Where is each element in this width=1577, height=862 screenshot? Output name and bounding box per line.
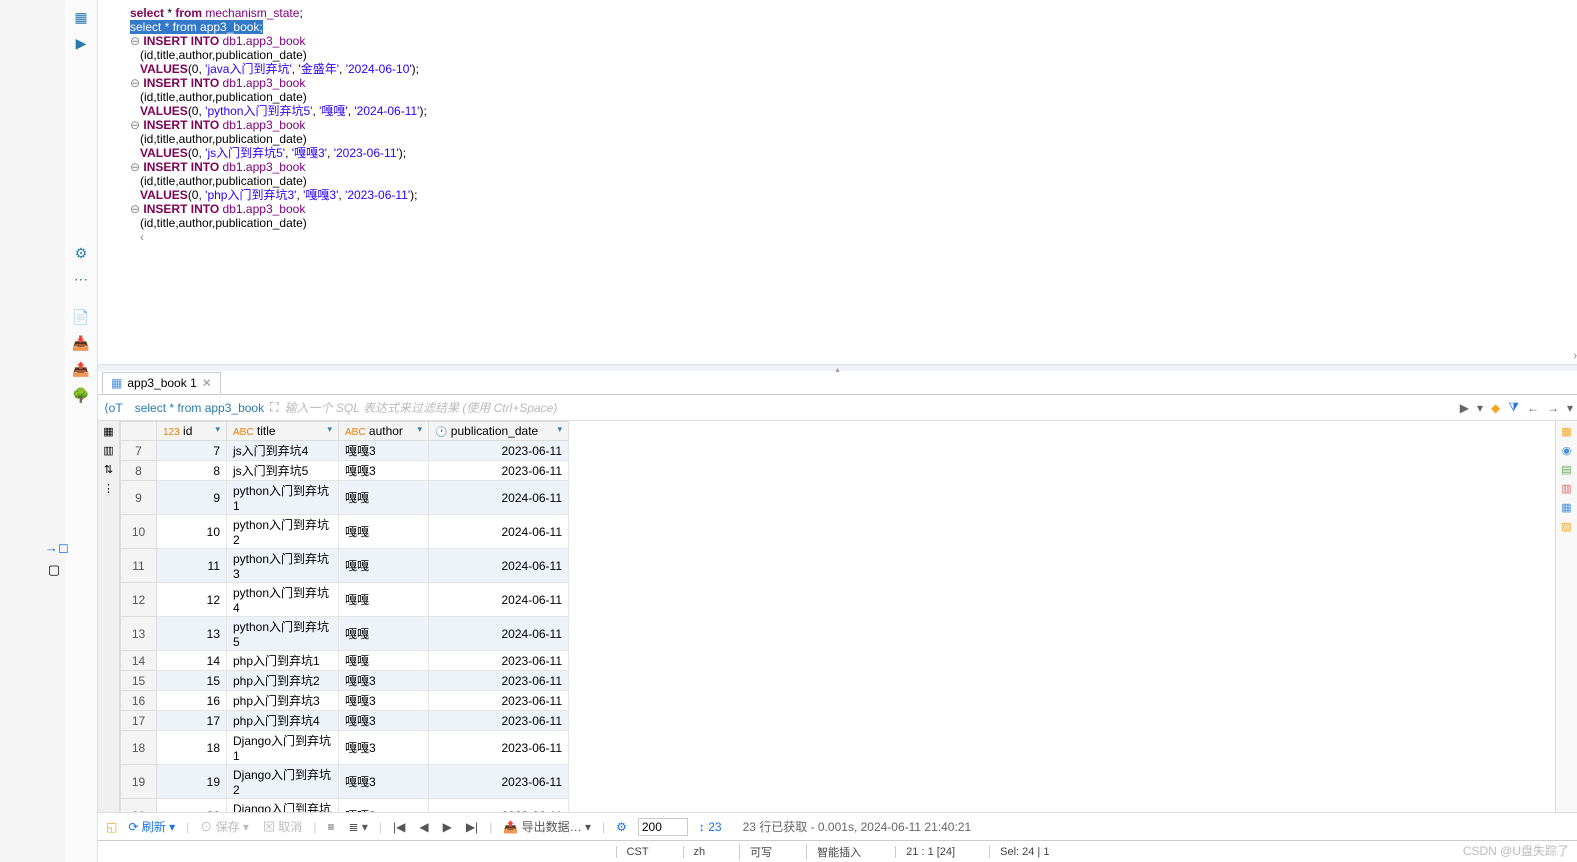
result-tab[interactable]: ▦ app3_book 1 ✕: [102, 372, 221, 394]
scroll-right-icon[interactable]: ›: [1573, 350, 1577, 362]
refresh-button[interactable]: ⟳ 刷新 ▾: [125, 818, 178, 835]
chevron-down-icon: ▾: [557, 424, 562, 435]
run-icon[interactable]: ▶: [70, 32, 92, 54]
apply-filter-icon[interactable]: ▶: [1456, 401, 1473, 415]
table-row[interactable]: 77js入门到弃坑4嘎嘎32023-06-11: [121, 441, 569, 461]
result-bottom-toolbar: ◱ ⟳ 刷新 ▾ | ⊙ 保存 ▾ ⊠ 取消 | ≡ ≣ ▾ | |◀ ◀ ▶ …: [98, 812, 1577, 840]
filter-icon[interactable]: ⧩: [1504, 400, 1523, 415]
window-icon[interactable]: ▢: [45, 562, 63, 580]
grid-view-icon[interactable]: ▦: [103, 425, 113, 438]
text-view-icon[interactable]: ▥: [103, 444, 113, 457]
page-size-input[interactable]: [638, 818, 688, 836]
sort-icon[interactable]: ⇅: [104, 463, 113, 476]
status-insert: 智能插入: [806, 844, 871, 860]
status-position: 21 : 1 [24]: [895, 846, 965, 858]
filter-dropdown-icon[interactable]: ▾: [1473, 401, 1487, 415]
watermark: CSDN @U盘失踪了: [1463, 842, 1569, 859]
dots-icon[interactable]: ⋯: [70, 268, 92, 290]
expand-icon[interactable]: ⛶: [270, 400, 278, 415]
new-file-icon[interactable]: 📄: [70, 306, 92, 328]
table-row[interactable]: 2020Django入门到弃坑3嘎嘎32023-06-11: [121, 799, 569, 813]
next-icon[interactable]: →: [1543, 401, 1563, 415]
save-button[interactable]: ⊙ 保存 ▾: [197, 818, 252, 835]
result-data-grid: 123 id ▾ ABC title ▾ ABC author ▾ 🕐 publ…: [120, 421, 569, 812]
table-row[interactable]: 1414php入门到弃坑1嘎嘎2023-06-11: [121, 651, 569, 671]
result-right-tabs: ▦ ◉ ▤ ▥ ▦ ▧: [1555, 421, 1577, 812]
rows-icon-2[interactable]: ≣ ▾: [345, 820, 370, 834]
panel-icon-2[interactable]: ◉: [1562, 444, 1572, 457]
gear-icon[interactable]: ⚙: [70, 242, 92, 264]
panel-icon-1[interactable]: ▦: [1561, 425, 1571, 438]
results-tab-bar: ▦ app3_book 1 ✕: [98, 371, 1577, 395]
result-toolbar: ⟨oT select * from app3_book ⛶ 输入一个 SQL 表…: [98, 395, 1577, 421]
status-rw: 可写: [739, 844, 782, 860]
sql-editor[interactable]: select * from mechanism_state;select * f…: [98, 0, 1577, 365]
table-row[interactable]: 1919Django入门到弃坑2嘎嘎32023-06-11: [121, 765, 569, 799]
last-page-icon[interactable]: ▶|: [463, 820, 481, 834]
more-views-icon[interactable]: ⋮: [103, 482, 114, 495]
result-sql-text: select * from app3_book: [129, 401, 270, 415]
table-row[interactable]: 1111python入门到弃坑3嘎嘎2024-06-11: [121, 549, 569, 583]
first-page-icon[interactable]: |◀: [390, 820, 408, 834]
table-icon[interactable]: ▦: [70, 6, 92, 28]
export-icon[interactable]: 📤: [70, 358, 92, 380]
data-grid-scroll[interactable]: 123 id ▾ ABC title ▾ ABC author ▾ 🕐 publ…: [120, 421, 1555, 812]
panel-icon-6[interactable]: ▧: [1561, 520, 1571, 533]
chevron-down-icon: ▾: [327, 424, 332, 435]
table-row[interactable]: 1616php入门到弃坑3嘎嘎32023-06-11: [121, 691, 569, 711]
column-header-author[interactable]: ABC author ▾: [339, 422, 429, 441]
close-icon[interactable]: ✕: [202, 376, 212, 390]
panel-icon-3[interactable]: ▤: [1561, 463, 1571, 476]
filter-hint[interactable]: 输入一个 SQL 表达式来过滤结果 (使用 Ctrl+Space): [279, 399, 558, 416]
sql-indicator-icon[interactable]: ⟨oT: [98, 401, 129, 415]
tree-icon[interactable]: 🌳: [70, 384, 92, 406]
table-row[interactable]: 1212python入门到弃坑4嘎嘎2024-06-11: [121, 583, 569, 617]
column-header-title[interactable]: ABC title ▾: [227, 422, 339, 441]
cancel-button[interactable]: ⊠ 取消: [260, 818, 305, 835]
status-bar: CST zh 可写 智能插入 21 : 1 [24] Sel: 24 | 1: [98, 840, 1577, 862]
result-tab-label: app3_book 1: [127, 376, 196, 390]
column-header-pubdate[interactable]: 🕐 publication_date ▾: [429, 422, 569, 441]
chevron-down-icon: ▾: [215, 424, 220, 435]
fetch-status: 23 行已获取 - 0.001s, 2024-06-11 21:40:21: [743, 818, 972, 835]
table-icon: ▦: [111, 376, 122, 390]
panel-icon-4[interactable]: ▥: [1561, 482, 1571, 495]
status-lang: zh: [683, 846, 716, 858]
editor-side-toolbar: ▦ ▶ ⚙ ⋯ 📄 📥 📤 🌳: [65, 0, 98, 862]
chevron-down-icon: ▾: [417, 424, 422, 435]
table-row[interactable]: 1717php入门到弃坑4嘎嘎32023-06-11: [121, 711, 569, 731]
settings-icon[interactable]: ⚙: [613, 820, 630, 834]
far-left-gutter: →◻ ▢: [0, 0, 65, 862]
table-row[interactable]: 1010python入门到弃坑2嘎嘎2024-06-11: [121, 515, 569, 549]
prev-page-icon[interactable]: ◀: [416, 820, 431, 834]
prev-icon[interactable]: ←: [1523, 401, 1543, 415]
result-left-tabs: ▦ ▥ ⇅ ⋮: [98, 421, 120, 812]
panel-icon-5[interactable]: ▦: [1561, 501, 1571, 514]
row-number-header[interactable]: [121, 422, 157, 441]
link-icon[interactable]: →◻: [45, 540, 63, 558]
status-selection: Sel: 24 | 1: [989, 846, 1059, 858]
table-row[interactable]: 1313python入门到弃坑5嘎嘎2024-06-11: [121, 617, 569, 651]
row-marker-icon[interactable]: ◱: [106, 820, 117, 834]
rows-icon[interactable]: ≡: [324, 820, 337, 834]
rowcount-icon[interactable]: ↕ 23: [696, 820, 725, 834]
import-icon[interactable]: 📥: [70, 332, 92, 354]
column-header-id[interactable]: 123 id ▾: [157, 422, 227, 441]
table-row[interactable]: 88js入门到弃坑5嘎嘎32023-06-11: [121, 461, 569, 481]
highlight-icon[interactable]: ◆: [1487, 401, 1504, 415]
table-row[interactable]: 1818Django入门到弃坑1嘎嘎32023-06-11: [121, 731, 569, 765]
more-icon[interactable]: ▾: [1563, 401, 1577, 415]
export-button[interactable]: 📤 导出数据… ▾: [500, 818, 594, 835]
table-row[interactable]: 1515php入门到弃坑2嘎嘎32023-06-11: [121, 671, 569, 691]
table-row[interactable]: 99python入门到弃坑1嘎嘎2024-06-11: [121, 481, 569, 515]
status-encoding: CST: [616, 846, 659, 858]
next-page-icon[interactable]: ▶: [440, 820, 455, 834]
